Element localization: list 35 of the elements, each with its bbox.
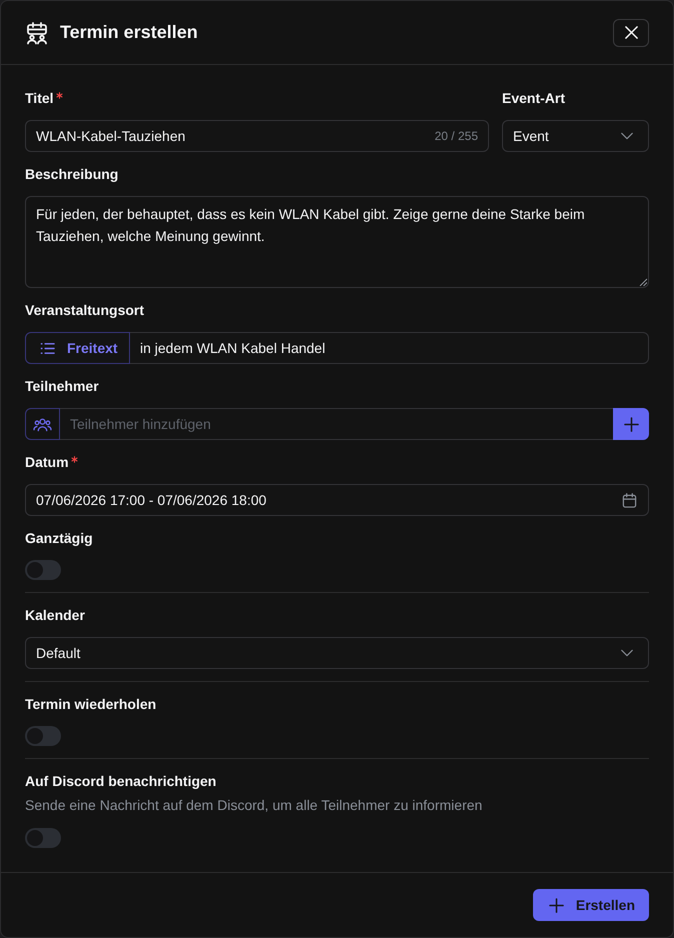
close-button[interactable] (613, 18, 649, 46)
location-input[interactable]: in jedem WLAN Kabel Handel (130, 332, 649, 364)
character-counter: 20 / 255 (434, 129, 478, 143)
field-label: Datum (25, 453, 69, 472)
people-icon (25, 408, 60, 440)
toggle-switch[interactable] (25, 726, 61, 746)
plus-icon (548, 898, 564, 912)
field-label: Termin wiederholen (25, 695, 156, 714)
list-icon (40, 340, 55, 356)
toggle-switch[interactable] (25, 828, 61, 848)
close-icon (624, 26, 638, 39)
plus-icon (624, 416, 638, 432)
toggle-switch[interactable] (25, 560, 61, 580)
field-label: Kalender (25, 606, 85, 625)
title-input[interactable]: WLAN-Kabel-Tauziehen 20 / 255 (25, 120, 489, 152)
participants-input[interactable]: Teilnehmer hinzufügen (60, 408, 613, 440)
field-label: Veranstaltungsort (25, 301, 144, 320)
calendar-icon (622, 492, 637, 508)
create-button[interactable]: Erstellen (532, 889, 649, 921)
field-hint: Sende eine Nachricht auf dem Discord, um alle Teilnehmer zu informieren (25, 796, 484, 815)
field-label: Titel (25, 89, 54, 108)
location-mode-button[interactable]: Freitext (25, 332, 130, 364)
add-participant-button[interactable] (613, 408, 649, 440)
resize-handle-icon[interactable] (639, 278, 647, 286)
description-field[interactable]: Für jeden, der behauptet, dass es kein WLAN Kabel gibt. Zeige gerne deine Starke beim Tauziehen, welche Meinung gewinnt. (25, 196, 649, 288)
field-label: Teilnehmer (25, 377, 99, 396)
dialog-title: Termin erstellen (60, 22, 198, 43)
date-range-input[interactable]: 07/06/2026 17:00 - 07/06/2026 18:00 (25, 484, 649, 516)
field-label: Beschreibung (25, 165, 118, 184)
field-label: Auf Discord benachrichtigen (25, 772, 216, 791)
calendar-select[interactable]: Default (25, 637, 649, 669)
calendar-people-icon (25, 20, 49, 44)
field-label: Event-Art (502, 89, 566, 108)
event-type-select[interactable]: Event (502, 120, 649, 152)
field-label: Ganztägig (25, 529, 93, 548)
